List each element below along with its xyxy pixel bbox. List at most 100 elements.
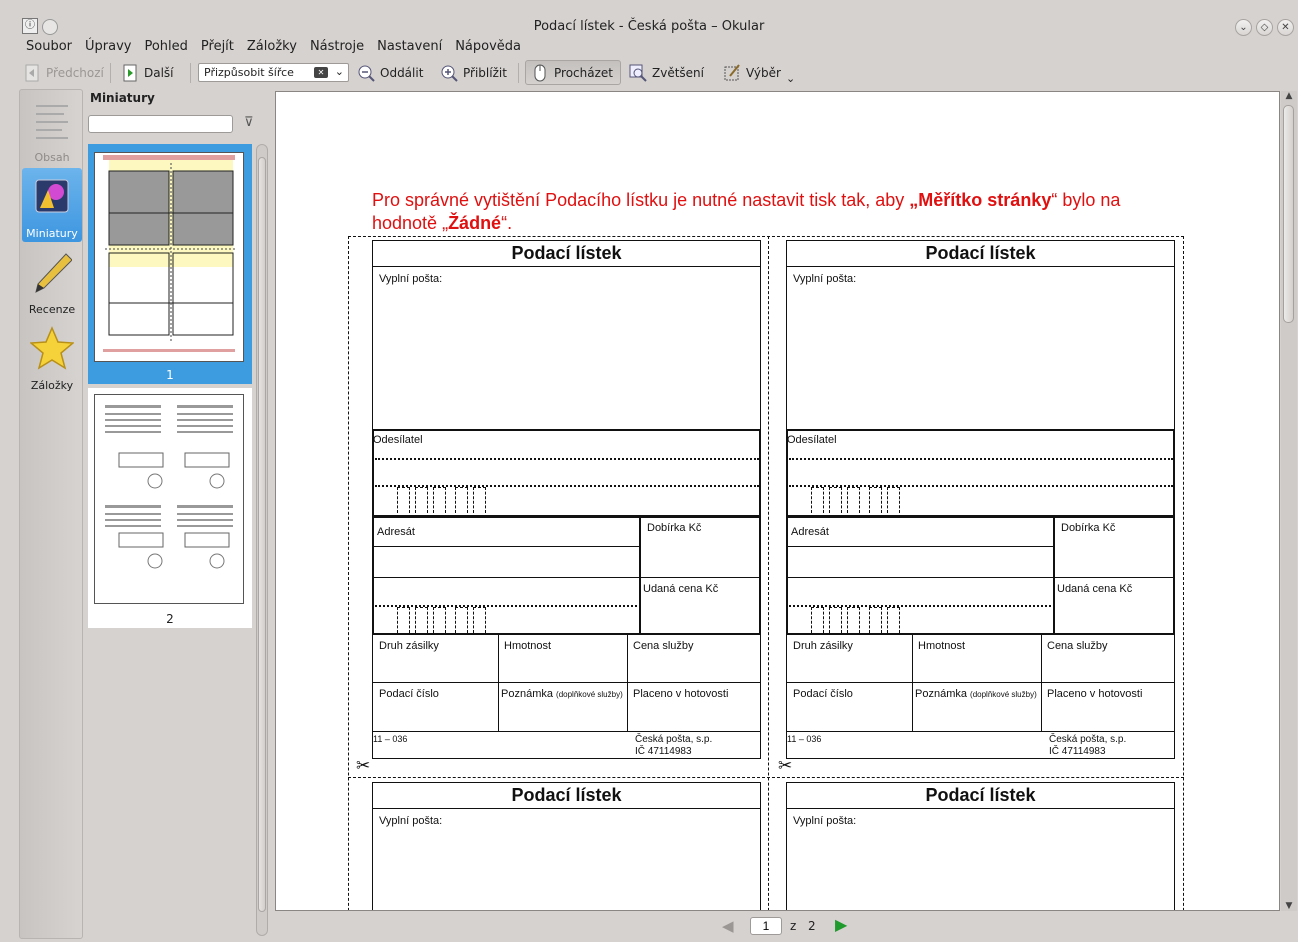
sidebar: Obsah Miniatury Recenze Záložky [19, 89, 83, 939]
toolbar-overflow-button[interactable]: ⌄ [782, 66, 799, 91]
form-label: Hmotnost [918, 640, 966, 652]
divider [787, 682, 1175, 683]
form-label: Dobírka Kč [1061, 522, 1116, 534]
menu-pohled[interactable]: Pohled [138, 38, 194, 58]
form-code: 11 – 036 [373, 734, 408, 744]
select-tool-button[interactable]: Výběr [718, 60, 785, 85]
title-bar: ⓘ Podací lístek - Česká pošta – Okular ⌄… [0, 16, 1298, 38]
thumbnail-list: 1 2 [88, 144, 252, 936]
form-label: Adresát [791, 526, 829, 538]
zoom-in-icon [439, 63, 459, 83]
thumbnails-scrollbar[interactable] [256, 144, 268, 936]
menu-nastroje[interactable]: Nástroje [304, 38, 371, 58]
form-label: Placeno v hotovosti [633, 688, 729, 700]
postal-code-cell [887, 607, 900, 633]
postal-code-cell [433, 487, 446, 513]
form-title: Podací lístek [373, 241, 760, 267]
browse-tool-button[interactable]: Procházet [525, 60, 621, 85]
filter-icon[interactable]: ⊽ [244, 115, 266, 135]
form-title: Podací lístek [787, 241, 1174, 267]
divider [373, 682, 761, 683]
form-label: Hmotnost [504, 640, 552, 652]
form-label-text: Poznámka [501, 688, 553, 700]
sender-box [372, 429, 761, 517]
previous-page-button[interactable]: Předchozí [18, 60, 108, 85]
document-scrollbar[interactable]: ▲ ▼ [1281, 91, 1297, 911]
thumbnail-page-2[interactable]: 2 [88, 388, 252, 628]
form-label-text: Poznámka [915, 688, 967, 700]
postal-code-cell [829, 487, 842, 513]
previous-page-arrow-icon[interactable]: ◀ [722, 917, 734, 935]
divider [498, 635, 499, 731]
window-title: Podací lístek - Česká pošta – Okular [533, 19, 765, 34]
menu-prejit[interactable]: Přejít [195, 38, 241, 58]
podaci-listek-form: Podací lístek Vyplní pošta: Odesílatel A… [372, 240, 761, 759]
form-label: Vyplní pošta: [793, 273, 857, 285]
clear-icon[interactable]: ✕ [314, 67, 328, 78]
form-label: Odesílatel [373, 434, 423, 446]
minimize-button[interactable]: ⌄ [1235, 19, 1252, 36]
magnify-tool-button[interactable]: Zvětšení [624, 60, 708, 85]
sidebar-item-thumbnails[interactable]: Miniatury [22, 168, 82, 242]
thumbnail-image [94, 394, 244, 604]
scissors-icon: ✂ [356, 756, 371, 776]
next-page-button[interactable]: Další [116, 60, 178, 85]
postal-code-cell [473, 607, 486, 633]
menu-soubor[interactable]: Soubor [20, 38, 79, 58]
zoom-select[interactable]: Přizpůsobit šířce ✕ ⌄ [198, 63, 349, 82]
document-view[interactable]: Pro správné vytištění Podacího lístku je… [275, 91, 1280, 911]
scroll-down-icon[interactable]: ▼ [1281, 901, 1297, 911]
sidebar-item-reviews[interactable]: Recenze [22, 244, 82, 318]
thumbnail-page-1[interactable]: 1 [88, 144, 252, 384]
close-button[interactable]: ✕ [1277, 19, 1294, 36]
divider [373, 546, 639, 547]
postal-code-cell [829, 607, 842, 633]
company-name: Česká pošta, s.p. [635, 734, 713, 745]
postal-code-cell [847, 607, 860, 633]
postal-code-cell [455, 487, 468, 513]
notice-text: Pro správné vytištění Podacího lístku je… [372, 190, 910, 210]
notice-bold: Žádné [448, 213, 502, 233]
main-toolbar: Předchozí Další Přizpůsobit šířce ✕ ⌄ Od… [18, 60, 1298, 86]
print-notice: Pro správné vytištění Podacího lístku je… [372, 189, 1172, 235]
menu-nastaveni[interactable]: Nastavení [371, 38, 449, 58]
mouse-icon [530, 63, 550, 83]
menu-upravy[interactable]: Úpravy [79, 38, 138, 58]
menu-bar: Soubor Úpravy Pohled Přejít Záložky Nást… [20, 38, 528, 58]
menu-napoveda[interactable]: Nápověda [449, 38, 528, 58]
sidebar-item-label: Obsah [34, 151, 70, 164]
menu-zalozky[interactable]: Záložky [241, 38, 304, 58]
form-title: Podací lístek [373, 783, 760, 809]
dotted-line [375, 458, 759, 460]
page-number-input[interactable] [750, 917, 782, 935]
form-label: Druh zásilky [379, 640, 439, 652]
previous-page-icon [22, 63, 42, 83]
scrollbar-handle[interactable] [1283, 105, 1294, 323]
recipient-box [786, 516, 1175, 635]
zoom-out-icon [356, 63, 376, 83]
next-page-arrow-icon[interactable]: ▶ [835, 915, 847, 934]
scrollbar-handle[interactable] [258, 157, 266, 912]
maximize-button[interactable]: ◇ [1256, 19, 1273, 36]
magnifier-icon [628, 63, 648, 83]
scroll-up-icon[interactable]: ▲ [1281, 91, 1297, 101]
chevron-down-icon[interactable]: ⌄ [335, 65, 344, 78]
postal-code-cell [847, 487, 860, 513]
toolbar-separator [110, 63, 111, 83]
form-label-small: (doplňkové služby) [556, 690, 623, 699]
thumbnail-page-number: 2 [166, 612, 174, 626]
podaci-listek-form: Podací lístek Vyplní pošta: [372, 782, 761, 910]
form-label: Podací číslo [379, 688, 439, 700]
form-label-small: (doplňkové služby) [970, 690, 1037, 699]
sidebar-item-contents[interactable]: Obsah [22, 92, 82, 166]
contents-icon [36, 105, 68, 139]
sidebar-item-bookmarks[interactable]: Záložky [22, 320, 82, 394]
postal-code-cell [397, 487, 410, 513]
thumbnails-search-input[interactable] [88, 115, 233, 133]
page-of-label: z [790, 919, 797, 933]
divider [912, 635, 913, 731]
zoom-out-button[interactable]: Oddálit [352, 60, 427, 85]
zoom-in-button[interactable]: Přiblížit [435, 60, 511, 85]
zoom-out-label: Oddálit [380, 65, 424, 80]
form-label: Dobírka Kč [647, 522, 702, 534]
